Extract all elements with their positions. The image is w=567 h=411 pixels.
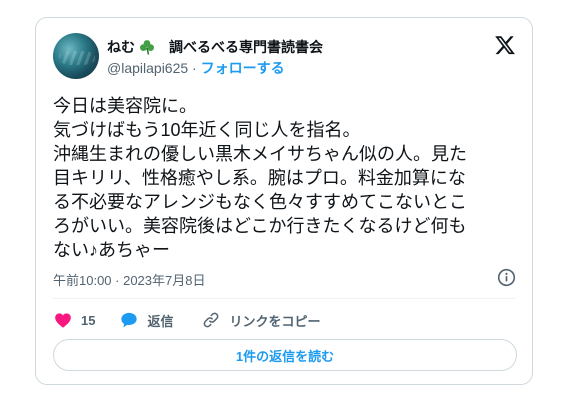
heart-icon — [55, 313, 71, 328]
follow-link[interactable]: フォローする — [201, 60, 285, 76]
shamrock-icon — [140, 40, 154, 55]
tweet-text: 今日は美容院に。 気づけばもう10年近く同じ人を指名。 沖縄生まれの優しい黒木メ… — [53, 94, 528, 262]
reply-button[interactable]: 返信 — [119, 310, 173, 330]
tweet-line: 目キリリ、性格癒やし系。腕はプロ。料金加算にな — [53, 168, 466, 188]
divider — [53, 298, 515, 299]
author-group-name[interactable]: 調べるべる専門書読書会 — [169, 37, 323, 57]
like-count: 15 — [81, 312, 96, 328]
link-icon — [204, 312, 219, 328]
copy-link-button[interactable]: リンクをコピー — [201, 310, 321, 330]
info-icon[interactable] — [497, 268, 516, 287]
reply-label: 返信 — [147, 313, 174, 329]
tweet-timestamp[interactable]: 午前10:00 · 2023年7月8日 — [53, 270, 205, 289]
action-bar: 15 返信 リンクをコピー — [53, 310, 321, 330]
tweet-line: ろがいい。美容院後はどこか行きたくなるけど何も — [53, 216, 467, 236]
tweet-card[interactable]: ねむ 調べるべる専門書読書会 @lapilapi625 · フォローする 今日は… — [35, 17, 533, 385]
speech-bubble-icon — [121, 312, 138, 328]
tweet-line: 気づけばもう10年近く同じ人を指名。 — [53, 120, 361, 140]
tweet-line: ない♪あちゃー — [53, 240, 170, 260]
tweet-line: 今日は美容院に。 — [53, 96, 197, 116]
read-replies-button[interactable]: 1件の返信を読む — [53, 339, 517, 371]
author-display-name[interactable]: ねむ — [107, 37, 135, 57]
author-name-row: ねむ 調べるべる専門書読書会 — [107, 37, 323, 57]
avatar[interactable] — [53, 33, 99, 79]
author-handle-row: @lapilapi625 · フォローする — [107, 58, 285, 78]
tweet-line: る不必要なアレンジもなく色々すすめてこないとこ — [53, 192, 467, 212]
author-handle[interactable]: @lapilapi625 — [107, 60, 188, 76]
tweet-line: 沖縄生まれの優しい黒木メイサちゃん似の人。見た — [53, 144, 467, 164]
handle-separator: · — [188, 60, 201, 76]
copy-link-label: リンクをコピー — [229, 313, 321, 329]
like-button[interactable]: 15 — [53, 310, 95, 330]
x-logo-icon[interactable] — [494, 34, 516, 56]
